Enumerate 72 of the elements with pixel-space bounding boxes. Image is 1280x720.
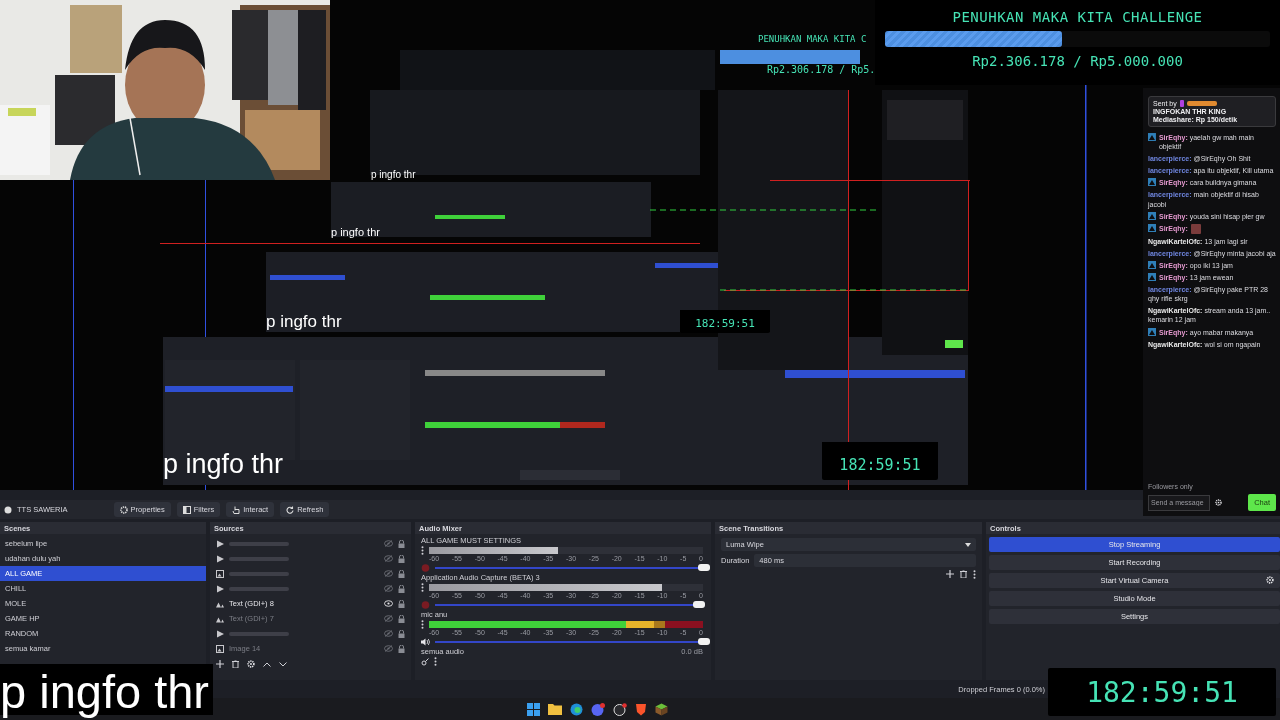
refresh-icon	[286, 505, 295, 514]
avatar-icon	[1148, 178, 1156, 187]
avatar-icon	[1148, 211, 1156, 220]
chat-app-icon[interactable]	[591, 702, 605, 716]
trash-icon[interactable]	[960, 570, 967, 578]
filter-icon	[182, 505, 191, 514]
hidden-eye-icon[interactable]	[384, 570, 393, 577]
folder-icon[interactable]	[548, 703, 562, 715]
hidden-eye-icon[interactable]	[384, 585, 393, 592]
caret-icon	[965, 542, 971, 547]
lock-icon[interactable]	[398, 569, 405, 578]
caption-text: p ingfo thr	[163, 451, 284, 478]
hidden-eye-icon[interactable]	[384, 630, 393, 637]
caption-text: p ingfo thr	[331, 227, 380, 238]
avatar-icon	[1148, 133, 1156, 141]
lock-icon[interactable]	[398, 584, 405, 593]
browser-icon[interactable]	[570, 702, 583, 716]
more-icon[interactable]	[421, 583, 424, 592]
trash-icon[interactable]	[232, 660, 239, 668]
hand-icon	[232, 505, 241, 514]
challenge-amount: Rp2.306.178 / Rp5.000.000	[972, 53, 1183, 69]
blurred-label	[229, 541, 289, 546]
caption-text: p ingfo thr	[266, 313, 342, 330]
source-icon	[4, 505, 12, 514]
widget-title: PENUHKAN MAKA KITA C	[758, 34, 867, 44]
volume-slider-thumb[interactable]	[698, 564, 710, 571]
more-icon[interactable]	[973, 570, 976, 579]
link-icon[interactable]	[421, 657, 429, 666]
settings-icon	[119, 505, 128, 514]
caption-text: p ingfo thr	[371, 170, 416, 180]
avatar-icon	[1148, 273, 1156, 282]
avatar-icon	[1148, 260, 1156, 269]
emote-icon	[1190, 223, 1201, 234]
badge-icon	[1179, 100, 1184, 107]
more-icon[interactable]	[421, 620, 424, 629]
lock-icon[interactable]	[398, 599, 405, 608]
windows-start-icon[interactable]	[527, 702, 540, 716]
avatar-icon	[1148, 327, 1156, 336]
challenge-title: PENUHKAN MAKA KITA CHALLENGE	[952, 9, 1203, 25]
timer: 182:59:51	[1048, 668, 1276, 716]
hidden-eye-icon[interactable]	[384, 645, 393, 652]
more-icon[interactable]	[421, 546, 424, 555]
blurred-label	[229, 571, 289, 576]
lock-icon[interactable]	[398, 554, 405, 563]
lock-icon[interactable]	[398, 539, 405, 548]
widget-amount: Rp2.306.178 / Rp5.	[767, 64, 876, 75]
lock-icon[interactable]	[398, 644, 405, 653]
volume-slider-thumb[interactable]	[698, 638, 710, 645]
image-icon	[216, 569, 224, 578]
eye-icon[interactable]	[384, 600, 393, 607]
avatar-icon	[1148, 223, 1156, 232]
add-icon[interactable]	[216, 660, 224, 668]
lock-icon[interactable]	[398, 614, 405, 623]
speaker-icon[interactable]	[421, 638, 430, 646]
cube-icon[interactable]	[655, 702, 668, 716]
blurred-label	[229, 631, 289, 636]
settings-icon[interactable]	[247, 660, 255, 668]
hidden-eye-icon[interactable]	[384, 555, 393, 562]
play-icon	[216, 584, 224, 593]
add-icon[interactable]	[946, 570, 954, 578]
settings-icon[interactable]	[1215, 499, 1222, 506]
hidden-eye-icon[interactable]	[384, 540, 393, 547]
blurred-label	[229, 556, 289, 561]
play-icon	[216, 629, 224, 638]
more-icon[interactable]	[434, 657, 437, 666]
lock-icon[interactable]	[398, 629, 405, 638]
image-icon	[216, 644, 224, 653]
hidden-eye-icon[interactable]	[384, 615, 393, 622]
blurred-label	[229, 586, 289, 591]
volume-slider-thumb[interactable]	[692, 601, 705, 608]
recorder-icon[interactable]	[613, 702, 627, 716]
settings-icon[interactable]	[1266, 576, 1274, 584]
